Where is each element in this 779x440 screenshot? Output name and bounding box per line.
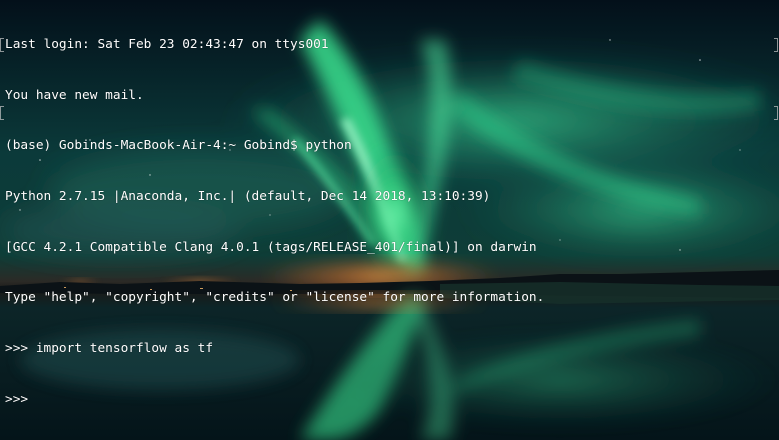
terminal-line-compiler: [GCC 4.2.1 Compatible Clang 4.0.1 (tags/…	[5, 239, 537, 255]
line-marker-left	[0, 106, 4, 120]
terminal-line-import: >>> import tensorflow as tf	[5, 341, 214, 357]
terminal-line-python-version: Python 2.7.15 |Anaconda, Inc.| (default,…	[5, 188, 491, 204]
terminal-line-mail: You have new mail.	[5, 87, 144, 103]
terminal-line-help-hint: Type "help", "copyright", "credits" or "…	[5, 290, 545, 306]
terminal-window[interactable]: Last login: Sat Feb 23 02:43:47 on ttys0…	[0, 0, 779, 440]
terminal-line-login: Last login: Sat Feb 23 02:43:47 on ttys0…	[5, 36, 329, 52]
text-cursor	[44, 392, 51, 405]
line-marker-left	[0, 38, 4, 52]
terminal-prompt: >>>	[5, 391, 36, 407]
terminal-line-shell-command: (base) Gobinds-MacBook-Air-4:~ Gobind$ p…	[5, 138, 352, 154]
terminal-output[interactable]: Last login: Sat Feb 23 02:43:47 on ttys0…	[5, 3, 769, 440]
terminal-prompt-line[interactable]: >>>	[5, 392, 769, 409]
line-marker-right	[774, 106, 778, 120]
line-marker-right	[774, 38, 778, 52]
